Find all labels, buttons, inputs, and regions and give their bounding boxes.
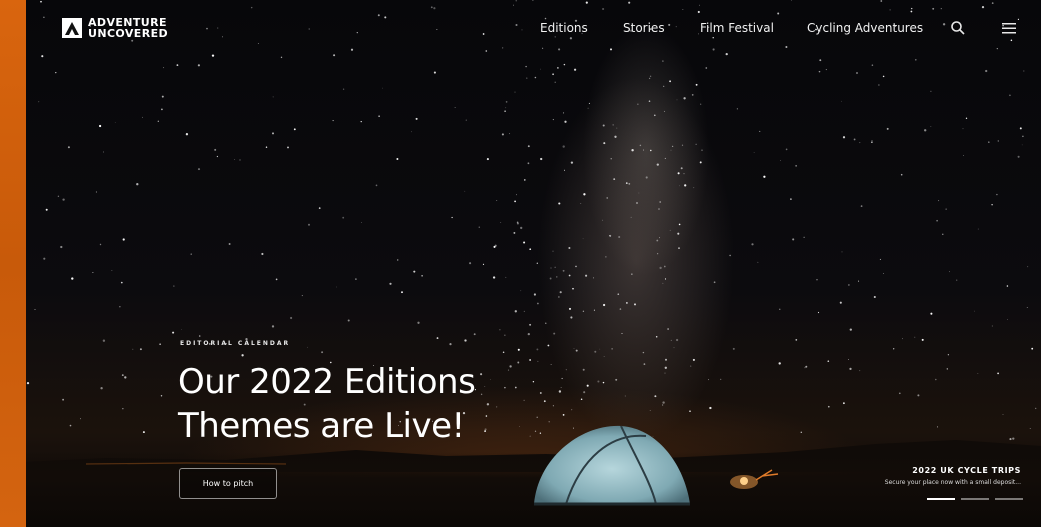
promo-subtitle: Secure your place now with a small depos…	[884, 479, 1021, 486]
nav-item-cycling-adventures[interactable]: Cycling Adventures	[807, 20, 923, 36]
slide-indicator-3[interactable]	[995, 498, 1023, 500]
promo-title: 2022 UK CYCLE TRIPS	[912, 466, 1021, 475]
hero-headline: Our 2022 Editions Themes are Live!	[178, 360, 578, 448]
promo-slide[interactable]: 2022 UK CYCLE TRIPS Secure your place no…	[885, 466, 1021, 486]
nav-item-film-festival[interactable]: Film Festival	[700, 20, 774, 36]
slide-indicator-1[interactable]	[927, 498, 955, 500]
hero-headline-line-2: Themes are Live!	[178, 406, 465, 446]
nav-item-editions[interactable]: Editions	[540, 20, 588, 36]
hamburger-menu-icon[interactable]	[1002, 22, 1016, 34]
nav-item-stories[interactable]: Stories	[623, 20, 665, 36]
campfire-glow	[730, 469, 779, 489]
slide-indicators	[927, 498, 1023, 500]
site-logo[interactable]: ADVENTURE UNCOVERED	[62, 17, 168, 39]
orange-side-strip	[0, 0, 26, 527]
hero-headline-line-1: Our 2022 Editions	[178, 362, 476, 402]
search-icon[interactable]	[950, 20, 966, 36]
hero-banner: ADVENTURE UNCOVERED Editions Stories Fil…	[26, 0, 1041, 527]
how-to-pitch-button[interactable]: How to pitch	[179, 468, 277, 499]
mountain-logo-icon	[62, 18, 82, 38]
hero-eyebrow: EDITORIAL CALENDAR	[180, 340, 291, 347]
slide-indicator-2[interactable]	[961, 498, 989, 500]
logo-line-2: UNCOVERED	[88, 27, 169, 40]
logo-wordmark: ADVENTURE UNCOVERED	[88, 17, 168, 39]
